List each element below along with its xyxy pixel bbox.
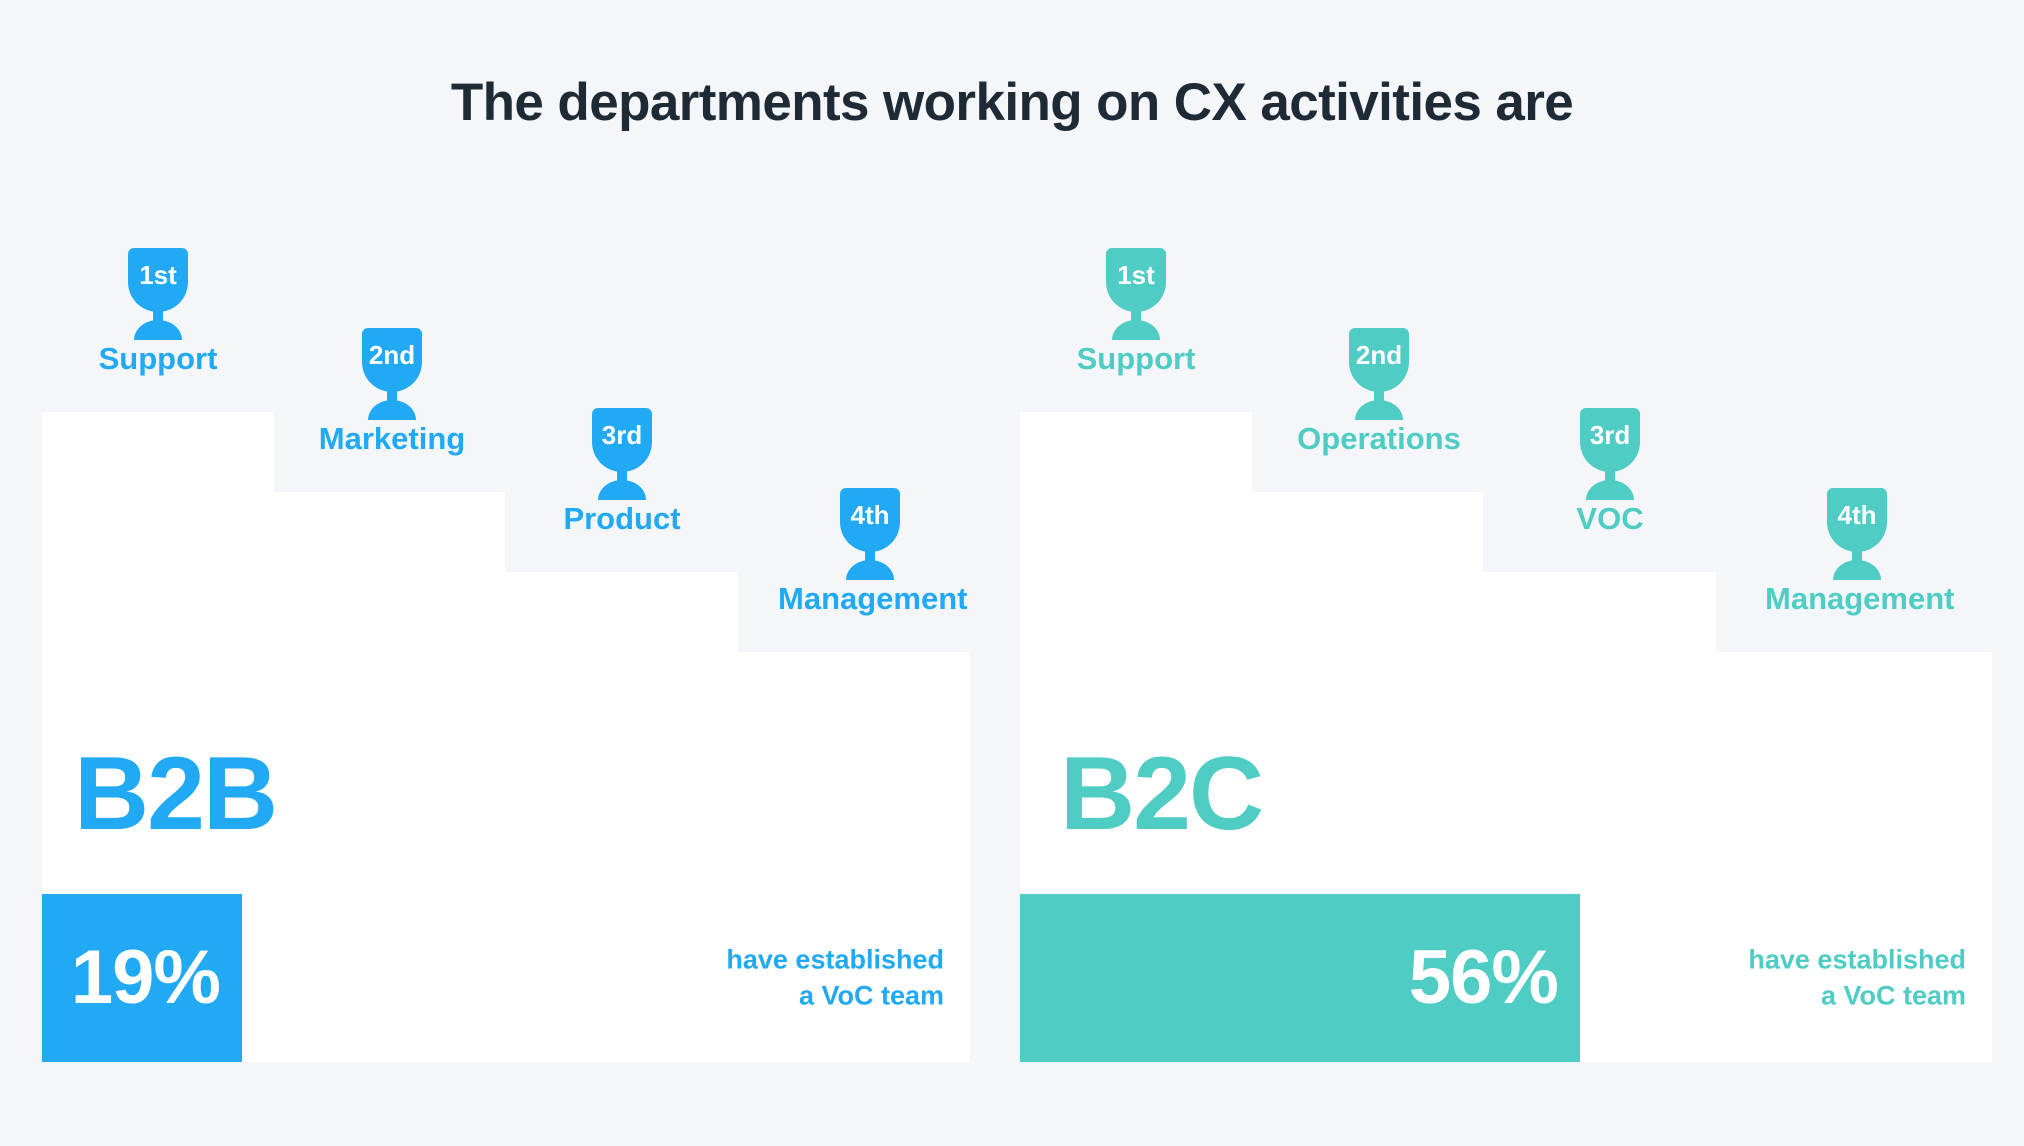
stat-percent: 56%	[1408, 935, 1559, 1020]
rank-item-2[interactable]: 2nd Operations	[1287, 328, 1471, 456]
stat-bar-b2b: 19% have established a VoC team	[42, 894, 970, 1062]
segment-name-b2c: B2C	[1060, 736, 1264, 852]
rank-badge: 4th	[850, 500, 890, 530]
stat-fill: 19%	[42, 894, 242, 1062]
stat-caption-line2: a VoC team	[1820, 981, 1966, 1011]
department-label: Management	[1765, 581, 1955, 616]
department-label: VOC	[1576, 501, 1644, 536]
rank-item-1[interactable]: 1st Support	[1044, 248, 1228, 376]
segment-name-b2b: B2B	[74, 736, 278, 852]
stat-caption: have established a VoC team	[1748, 942, 1966, 1015]
rank-item-4[interactable]: 4th Management	[1765, 488, 1955, 616]
trophy-icon: 1st	[1094, 248, 1178, 340]
stat-fill: 56%	[1020, 894, 1580, 1062]
trophy-icon: 3rd	[1568, 408, 1652, 500]
rank-item-1[interactable]: 1st Support	[66, 248, 250, 376]
stat-caption-line1: have established	[1748, 944, 1966, 975]
rank-badge: 1st	[139, 260, 177, 290]
rank-item-2[interactable]: 2nd Marketing	[300, 328, 484, 456]
rank-badge: 4th	[1837, 500, 1877, 530]
department-label: Operations	[1297, 421, 1461, 456]
trophy-icon: 3rd	[580, 408, 664, 500]
department-label: Product	[563, 501, 681, 536]
rank-badge: 3rd	[1589, 420, 1631, 450]
trophy-icon: 4th	[1815, 488, 1899, 580]
rank-item-3[interactable]: 3rd Product	[530, 408, 714, 536]
trophy-icon: 4th	[828, 488, 912, 580]
trophy-icon: 2nd	[1337, 328, 1421, 420]
department-label: Support	[98, 341, 218, 376]
stat-caption: have established a VoC team	[726, 942, 944, 1015]
rank-badge: 2nd	[368, 340, 416, 370]
department-label: Management	[778, 581, 968, 616]
segment-panel-b2b: 1st Support 2nd Marketing 3rd Product 4t…	[0, 0, 1012, 1146]
rank-item-3[interactable]: 3rd VOC	[1518, 408, 1702, 536]
department-label: Support	[1076, 341, 1196, 376]
stat-percent: 19%	[70, 935, 221, 1020]
segment-panel-b2c: 1st Support 2nd Operations 3rd VOC 4th M…	[1012, 0, 2024, 1146]
trophy-icon: 2nd	[350, 328, 434, 420]
rank-badge: 1st	[1117, 260, 1155, 290]
stat-caption-line1: have established	[726, 944, 944, 975]
rank-badge: 2nd	[1355, 340, 1403, 370]
stat-bar-b2c: 56% have established a VoC team	[1020, 894, 1992, 1062]
trophy-icon: 1st	[116, 248, 200, 340]
rank-item-4[interactable]: 4th Management	[778, 488, 968, 616]
rank-badge: 3rd	[601, 420, 643, 450]
stat-caption-line2: a VoC team	[798, 981, 944, 1011]
department-label: Marketing	[318, 421, 466, 456]
